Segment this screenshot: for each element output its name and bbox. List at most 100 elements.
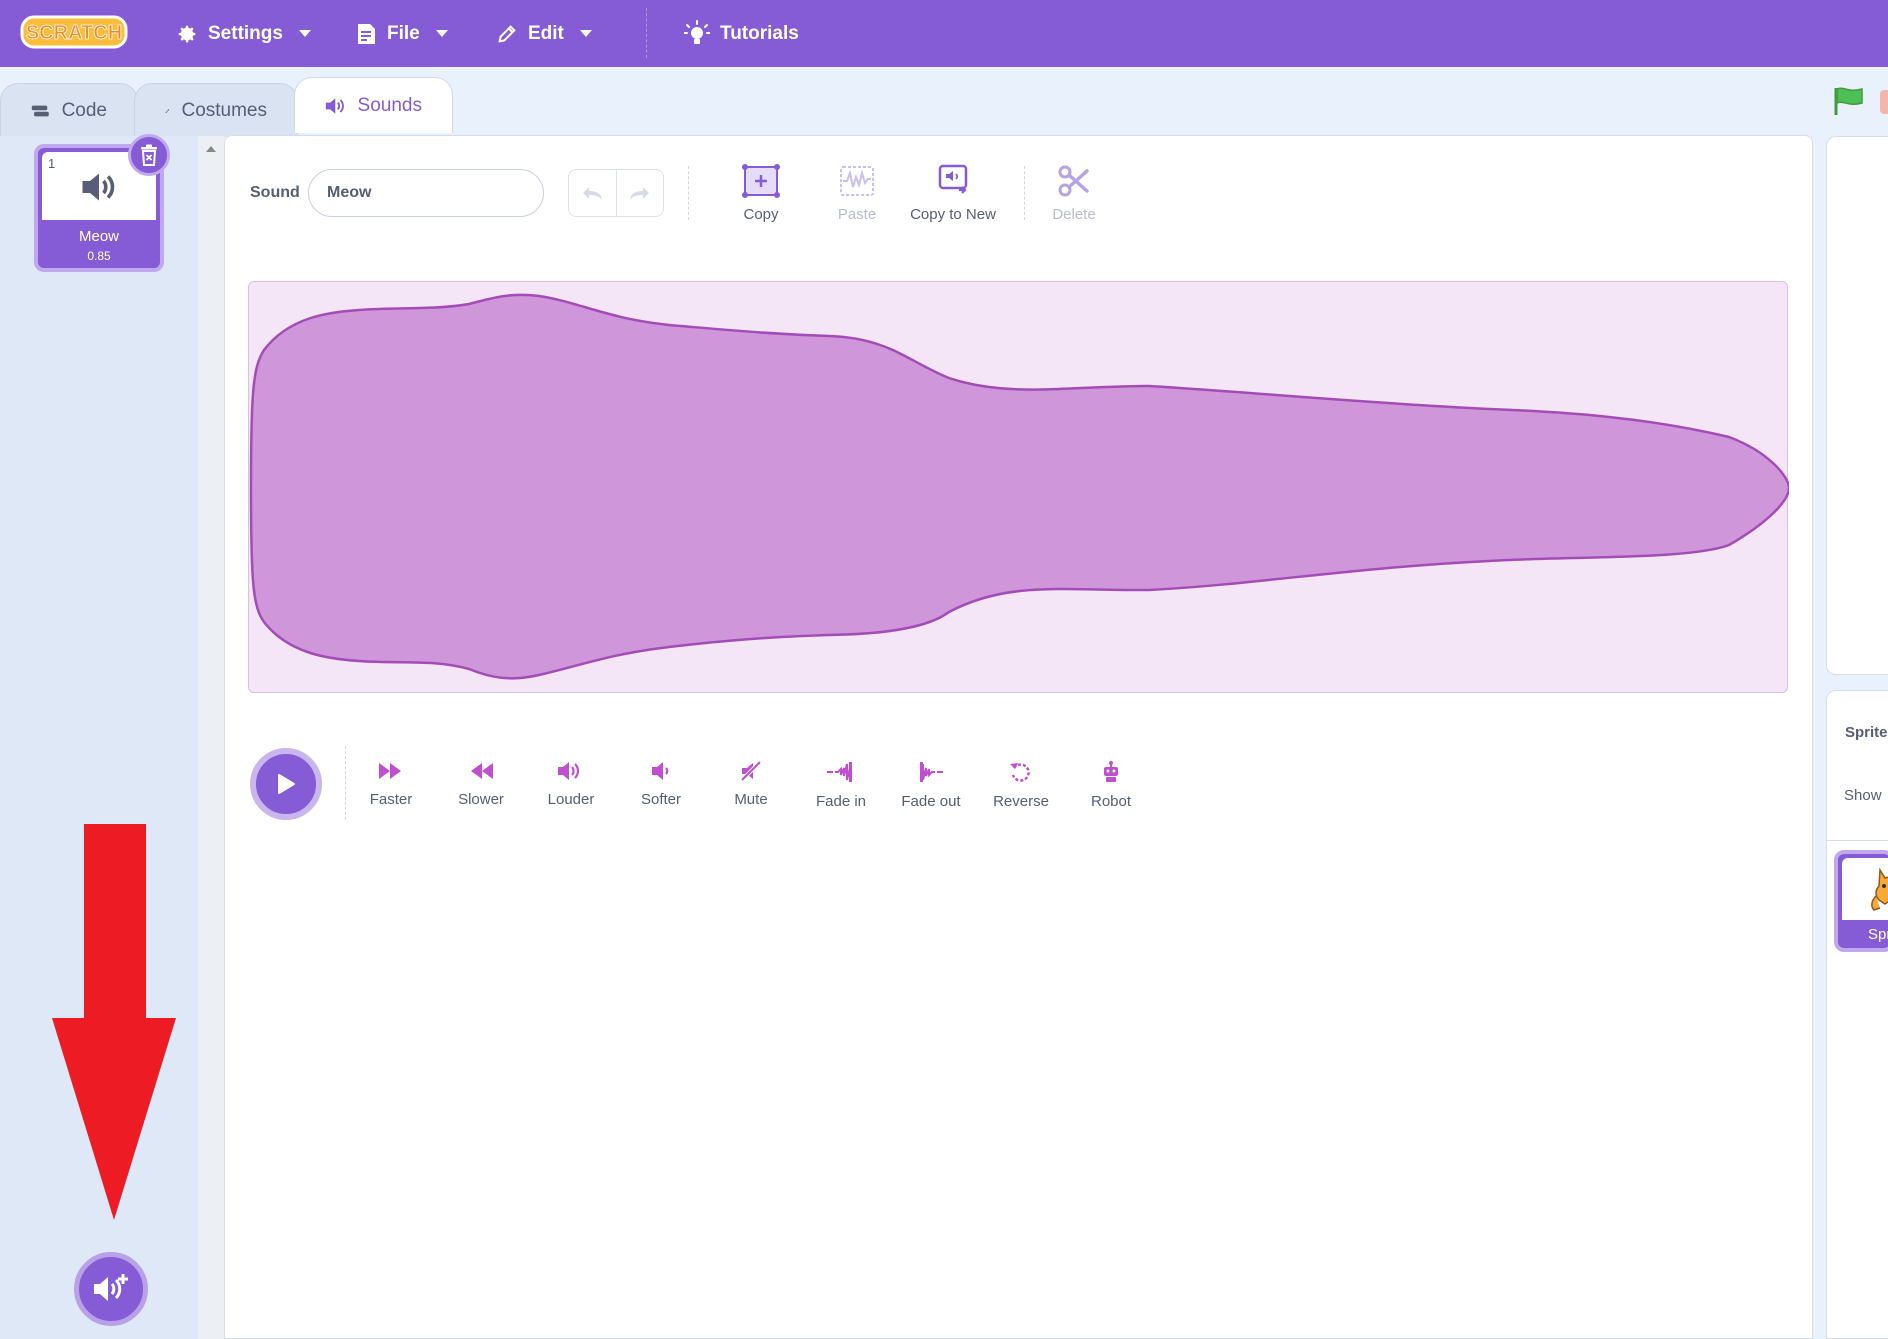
- effect-faster-label: Faster: [369, 791, 413, 808]
- trash-icon: [141, 144, 157, 166]
- copy-to-new-label: Copy to New: [910, 206, 996, 223]
- sprite-info-section: [1827, 691, 1888, 841]
- brush-icon: [165, 108, 170, 113]
- tab-sounds[interactable]: Sounds: [294, 77, 453, 133]
- reverse-icon: [1010, 763, 1030, 782]
- sound-tile-index: 1: [48, 156, 56, 171]
- toolbar-divider: [688, 166, 689, 220]
- paste-button[interactable]: Paste: [802, 164, 912, 223]
- settings-label: Settings: [208, 22, 283, 44]
- green-flag-icon: [1834, 87, 1863, 115]
- red-arrow-annotation: [52, 824, 176, 1220]
- sound-name-input[interactable]: [308, 169, 544, 217]
- effect-reverse-label: Reverse: [993, 793, 1049, 810]
- sprite-thumbnail[interactable]: Spr: [1834, 850, 1888, 952]
- delete-button[interactable]: Delete: [1019, 164, 1129, 223]
- effect-fade-out-button[interactable]: Fade out: [886, 760, 976, 810]
- file-label: File: [387, 22, 420, 44]
- fade-out-icon: [920, 762, 943, 782]
- play-sound-button[interactable]: [250, 748, 322, 820]
- add-sound-icon: [94, 1274, 128, 1301]
- effect-mute-button[interactable]: Mute: [706, 760, 796, 808]
- gear-icon: [178, 25, 196, 42]
- tab-costumes-label: Costumes: [181, 99, 267, 121]
- code-blocks-icon: [31, 105, 49, 116]
- settings-menu[interactable]: Settings: [176, 0, 311, 67]
- effect-reverse-button[interactable]: Reverse: [976, 760, 1066, 810]
- show-label: Show: [1844, 787, 1882, 804]
- speaker-icon: [325, 97, 344, 114]
- copy-to-new-icon: [938, 164, 968, 194]
- delete-sound-button[interactable]: [128, 134, 170, 176]
- waveform-display[interactable]: [248, 281, 1789, 693]
- sprite-thumbnail-preview: [1842, 858, 1888, 920]
- effect-robot-label: Robot: [1090, 793, 1132, 810]
- copy-button[interactable]: Copy: [706, 164, 816, 223]
- effect-softer-label: Softer: [640, 791, 682, 808]
- cat-sprite-icon: [1871, 867, 1888, 911]
- effect-fade-in-label: Fade in: [815, 793, 867, 810]
- copy-label: Copy: [743, 206, 779, 223]
- chevron-down-icon: [298, 30, 311, 37]
- effect-slower-button[interactable]: Slower: [436, 760, 526, 808]
- louder-icon: [558, 762, 580, 780]
- undo-redo-group: [568, 169, 664, 217]
- file-menu[interactable]: File: [355, 0, 448, 67]
- effect-mute-label: Mute: [734, 791, 768, 808]
- tutorials-label: Tutorials: [720, 22, 799, 44]
- sprite-label: Sprite: [1845, 724, 1888, 741]
- effect-faster-button[interactable]: Faster: [346, 760, 436, 808]
- edit-label: Edit: [528, 22, 564, 44]
- redo-icon: [629, 187, 649, 200]
- sound-tile-name: Meow: [78, 228, 119, 245]
- scratch-logo[interactable]: SCRATCH: [20, 14, 128, 50]
- paste-label: Paste: [837, 206, 877, 223]
- slower-icon: [471, 763, 493, 779]
- play-icon: [278, 774, 295, 794]
- scroll-up-arrow-icon[interactable]: [206, 146, 216, 152]
- sound-list-scrollbar[interactable]: [198, 136, 224, 1339]
- tab-code-label: Code: [61, 99, 107, 121]
- effect-robot-button[interactable]: Robot: [1066, 760, 1156, 810]
- waveform-shape: [249, 293, 1789, 680]
- delete-label: Delete: [1052, 206, 1096, 223]
- faster-icon: [379, 763, 401, 779]
- tab-costumes[interactable]: Costumes: [134, 83, 298, 137]
- effect-louder-button[interactable]: Louder: [526, 760, 616, 808]
- sprite-thumbnail-label: Spr: [1868, 926, 1888, 943]
- menu-divider: [646, 8, 647, 58]
- effect-fade-in-button[interactable]: Fade in: [796, 760, 886, 810]
- mute-icon: [740, 760, 762, 782]
- effect-louder-label: Louder: [547, 791, 595, 808]
- sound-name-label: Sound: [250, 184, 300, 201]
- speaker-icon: [82, 173, 115, 201]
- undo-icon: [583, 187, 603, 200]
- stop-sign-icon[interactable]: [1880, 90, 1888, 114]
- pencil-icon: [498, 24, 516, 43]
- chevron-down-icon: [579, 30, 592, 37]
- sound-tile-duration: 0.85: [87, 249, 111, 263]
- effect-slower-label: Slower: [458, 791, 504, 808]
- file-icon: [358, 23, 375, 44]
- edit-menu[interactable]: Edit: [496, 0, 592, 67]
- paste-icon: [840, 166, 874, 196]
- copy-to-new-button[interactable]: Copy to New: [898, 164, 1008, 223]
- redo-button[interactable]: [615, 170, 664, 216]
- copy-icon: [742, 164, 780, 198]
- svg-text:SCRATCH: SCRATCH: [26, 22, 122, 44]
- stage-area[interactable]: [1826, 136, 1888, 675]
- green-flag-button[interactable]: [1833, 86, 1865, 121]
- tutorials-menu[interactable]: Tutorials: [684, 0, 799, 67]
- undo-button[interactable]: [569, 170, 616, 216]
- fade-in-icon: [827, 762, 852, 782]
- softer-icon: [652, 762, 669, 780]
- robot-icon: [1104, 761, 1118, 782]
- effect-softer-button[interactable]: Softer: [616, 760, 706, 808]
- tab-code[interactable]: Code: [0, 83, 138, 137]
- effect-fade-out-label: Fade out: [901, 793, 961, 810]
- add-sound-button[interactable]: [74, 1252, 148, 1326]
- menu-bar: SCRATCH Settings File Edit Tutorials: [0, 0, 1888, 67]
- chevron-down-icon: [435, 30, 448, 37]
- scissors-icon: [1058, 165, 1089, 197]
- lightbulb-icon: [684, 19, 710, 44]
